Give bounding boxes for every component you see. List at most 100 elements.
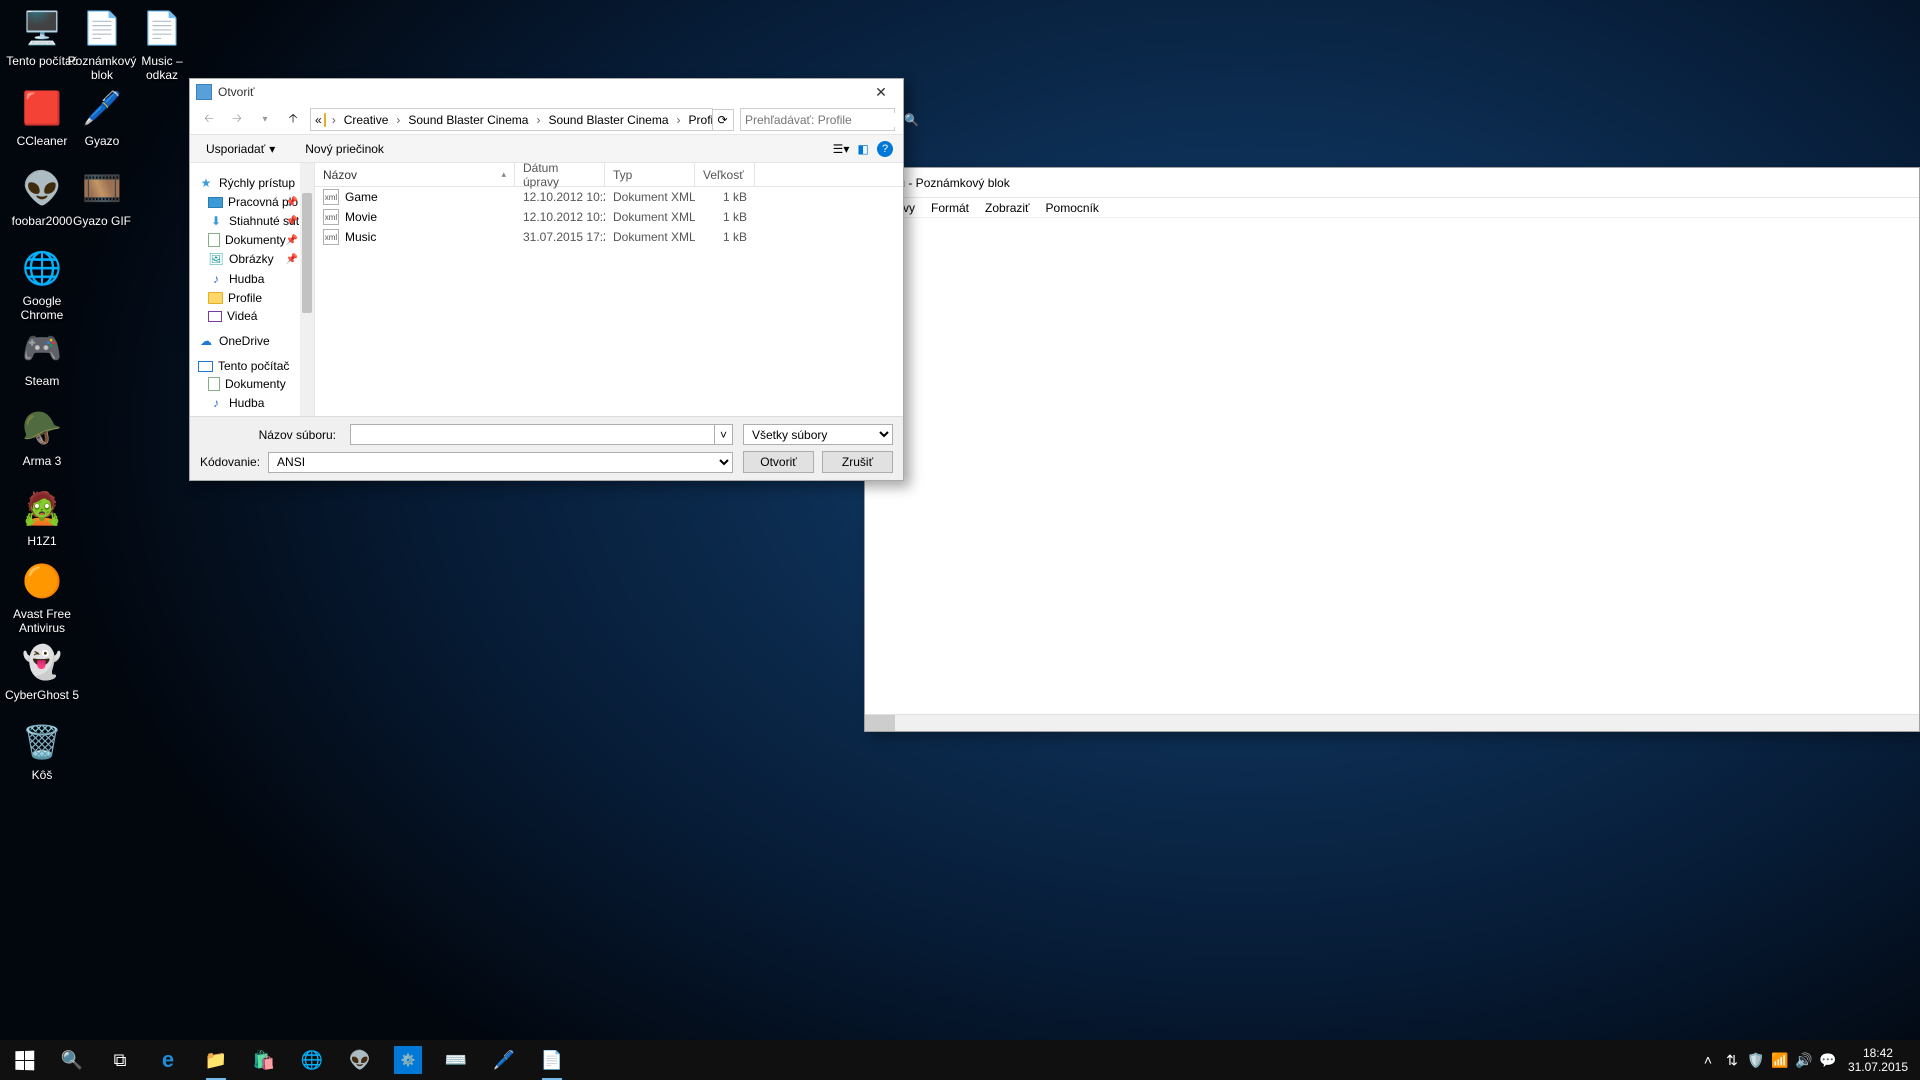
breadcrumb-segment[interactable]: Profile xyxy=(685,113,713,127)
breadcrumb-segment[interactable]: Sound Blaster Cinema xyxy=(544,113,672,127)
new-folder-button[interactable]: Nový priečinok xyxy=(299,139,390,159)
dialog-toolbar: Usporiadať ▾ Nový priečinok ☰▾ ◧ ? xyxy=(190,135,903,163)
file-row[interactable]: xmlGame12.10.2012 10:22Dokument XML1 kB xyxy=(315,187,903,207)
taskbar-item-foobar[interactable]: 👽 xyxy=(336,1040,384,1080)
desktop-icon-gyazo[interactable]: 🖊️Gyazo xyxy=(64,84,140,148)
up-button[interactable]: 🡡 xyxy=(282,109,304,131)
tray-icon[interactable]: ⇅ xyxy=(1720,1052,1744,1069)
filename-history-button[interactable]: ˅ xyxy=(715,424,733,445)
desktop-icon-cyberghost[interactable]: 👻CyberGhost 5 xyxy=(4,638,80,702)
notepad-text-area[interactable] xyxy=(865,220,1919,713)
navigation-pane[interactable]: ★Rýchly prístupPracovná plo📌⬇Stiahnuté s… xyxy=(190,163,315,416)
nav-item[interactable]: Videá xyxy=(190,307,314,325)
taskbar-item-notepad[interactable]: 📄 xyxy=(528,1040,576,1080)
taskbar-item-settings[interactable]: ⚙️ xyxy=(384,1040,432,1080)
nav-item[interactable]: Pracovná plo📌 xyxy=(190,193,314,211)
column-header-name[interactable]: Názov▴ xyxy=(315,163,515,186)
tray-icon[interactable]: 📶 xyxy=(1768,1052,1792,1069)
column-header-date[interactable]: Dátum úpravy xyxy=(515,163,605,186)
notepad-window[interactable]: názvu - Poznámkový blok ÚpravyFormátZobr… xyxy=(864,167,1920,732)
taskbar-item-chrome[interactable]: 🌐 xyxy=(288,1040,336,1080)
encoding-select[interactable]: ANSI xyxy=(268,452,733,473)
column-header-type[interactable]: Typ xyxy=(605,163,695,186)
desktop-icon-h1z1[interactable]: 🧟H1Z1 xyxy=(4,484,80,548)
view-options-button[interactable]: ☰▾ xyxy=(833,141,849,157)
icon-label: Avast Free Antivirus xyxy=(4,607,80,635)
taskbar-item-explorer[interactable]: 📁 xyxy=(192,1040,240,1080)
cancel-button[interactable]: Zrušiť xyxy=(822,451,893,473)
filename-input[interactable] xyxy=(350,424,715,445)
tray-icon[interactable]: 🛡️ xyxy=(1744,1052,1768,1069)
file-row[interactable]: xmlMovie12.10.2012 10:22Dokument XML1 kB xyxy=(315,207,903,227)
help-button[interactable]: ? xyxy=(877,141,893,157)
desktop-icon-steam[interactable]: 🎮 Steam xyxy=(4,324,80,388)
tray-icon[interactable]: 💬 xyxy=(1816,1052,1840,1069)
mus-icon: ♪ xyxy=(208,395,224,411)
recent-locations-button[interactable]: ▾ xyxy=(254,109,276,131)
doc-icon xyxy=(208,377,220,391)
taskbar-item-store[interactable]: 🛍️ xyxy=(240,1040,288,1080)
organize-button[interactable]: Usporiadať ▾ xyxy=(200,139,281,159)
dialog-titlebar[interactable]: Otvoriť ✕ xyxy=(190,79,903,105)
filetype-select[interactable]: Všetky súbory xyxy=(743,424,893,445)
nav-item[interactable]: 🖼Obrázky xyxy=(190,413,314,416)
desktop-icon-recycle-bin[interactable]: 🗑️Kôš xyxy=(4,718,80,782)
taskbar-item-edge[interactable]: e xyxy=(144,1040,192,1080)
breadcrumb[interactable]: « ›Creative›Sound Blaster Cinema›Sound B… xyxy=(310,108,713,131)
app-icon: 🎮 xyxy=(18,324,66,372)
taskbar[interactable]: 🔍⧉e📁🛍️🌐👽⚙️⌨️🖊️📄 ˄⇅🛡️📶🔊💬 18:42 31.07.2015 xyxy=(0,1040,1920,1080)
nav-item[interactable]: ♪Hudba xyxy=(190,269,314,289)
nav-item[interactable]: Dokumenty📌 xyxy=(190,231,314,249)
nav-onedrive[interactable]: ☁OneDrive xyxy=(190,331,314,351)
desktop-icon-chrome[interactable]: 🌐Google Chrome xyxy=(4,244,80,322)
breadcrumb-segment[interactable]: Sound Blaster Cinema xyxy=(404,113,532,127)
desktop-icon-gyazo-gif[interactable]: 🎞️Gyazo GIF xyxy=(64,164,140,228)
scrollbar-vertical[interactable] xyxy=(300,163,314,416)
img-icon: 🖼 xyxy=(208,251,224,267)
nav-item[interactable]: Dokumenty xyxy=(190,375,314,393)
back-button[interactable]: 🡠 xyxy=(198,109,220,131)
desktop-icon-arma3[interactable]: 🪖Arma 3 xyxy=(4,404,80,468)
taskbar-clock[interactable]: 18:42 31.07.2015 xyxy=(1840,1046,1916,1074)
tray-icon[interactable]: 🔊 xyxy=(1792,1052,1816,1069)
breadcrumb-segment[interactable]: Creative xyxy=(340,113,393,127)
nav-quick-access[interactable]: ★Rýchly prístup xyxy=(190,173,314,193)
search-box[interactable]: 🔍 xyxy=(740,108,895,131)
menu-item[interactable]: Formát xyxy=(925,200,975,215)
scrollbar-thumb[interactable] xyxy=(865,715,895,731)
icon-label: Steam xyxy=(4,374,80,388)
desktop-icon-music-shortcut[interactable]: 📄Music – odkaz xyxy=(124,4,200,82)
open-button[interactable]: Otvoriť xyxy=(743,451,814,473)
tray-icon[interactable]: ˄ xyxy=(1696,1052,1720,1069)
nav-item[interactable]: ♪Hudba xyxy=(190,393,314,413)
preview-pane-button[interactable]: ◧ xyxy=(855,141,871,157)
menu-item[interactable]: Zobraziť xyxy=(979,200,1036,215)
nav-item[interactable]: 🖼Obrázky📌 xyxy=(190,249,314,269)
taskbar-item-keyboard[interactable]: ⌨️ xyxy=(432,1040,480,1080)
forward-button[interactable]: 🡢 xyxy=(226,109,248,131)
nav-item[interactable]: Profile xyxy=(190,289,314,307)
taskbar-item-gyazo[interactable]: 🖊️ xyxy=(480,1040,528,1080)
dl-icon: ⬇ xyxy=(208,213,224,229)
address-bar-row: 🡠 🡢 ▾ 🡡 « ›Creative›Sound Blaster Cinema… xyxy=(190,105,903,135)
search-input[interactable] xyxy=(745,113,900,127)
scrollbar-horizontal[interactable] xyxy=(865,714,1919,731)
taskbar-item-search[interactable]: 🔍 xyxy=(48,1040,96,1080)
desktop[interactable]: 🖥️Tento počítač📄Poznámkový blok📄Music – … xyxy=(0,0,1920,1080)
close-button[interactable]: ✕ xyxy=(861,79,901,105)
menu-item[interactable]: Pomocník xyxy=(1040,200,1105,215)
chevron-down-icon: ▾ xyxy=(269,142,275,156)
nav-item[interactable]: ⬇Stiahnuté sút📌 xyxy=(190,211,314,231)
scrollbar-thumb[interactable] xyxy=(302,193,312,313)
column-header-size[interactable]: Veľkosť xyxy=(695,163,755,186)
file-list-pane[interactable]: Názov▴ Dátum úpravy Typ Veľkosť xmlGame1… xyxy=(315,163,903,416)
breadcrumb-prefix: « xyxy=(315,113,322,127)
refresh-button[interactable]: ⟳ xyxy=(712,109,734,131)
file-size: 1 kB xyxy=(695,190,755,204)
notepad-titlebar[interactable]: názvu - Poznámkový blok xyxy=(865,168,1919,198)
taskbar-item-taskview[interactable]: ⧉ xyxy=(96,1040,144,1080)
file-row[interactable]: xmlMusic31.07.2015 17:20Dokument XML1 kB xyxy=(315,227,903,247)
desktop-icon-avast[interactable]: 🟠Avast Free Antivirus xyxy=(4,557,80,635)
taskbar-item-start[interactable] xyxy=(0,1040,48,1080)
nav-this-pc[interactable]: Tento počítač xyxy=(190,357,314,375)
